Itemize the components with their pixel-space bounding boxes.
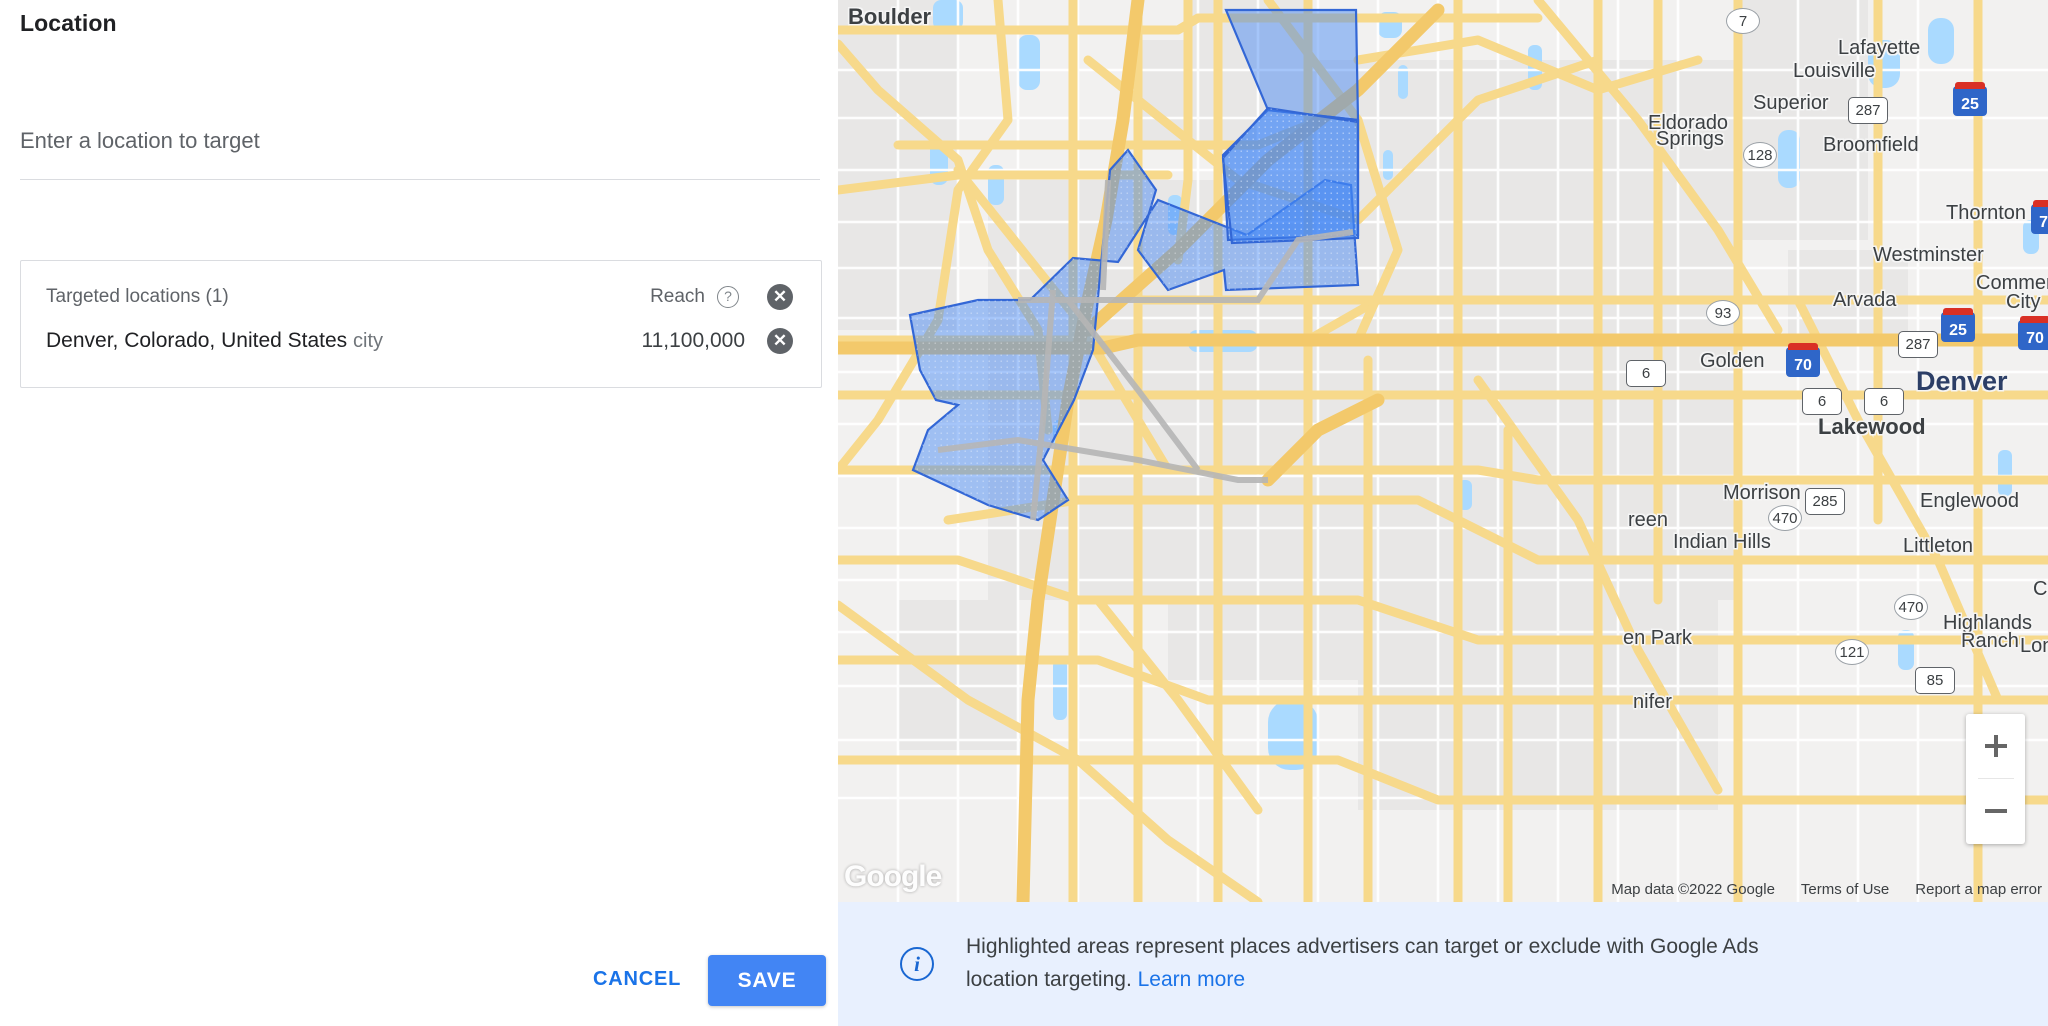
location-panel: Location Targeted locations (1) Reach ? … <box>0 0 838 1026</box>
location-name-text: Denver, Colorado, United States <box>46 329 348 352</box>
info-banner: i Highlighted areas represent places adv… <box>838 902 2048 1026</box>
search-input[interactable] <box>20 128 820 180</box>
zoom-in-button[interactable] <box>1966 714 2025 778</box>
map-panel[interactable]: BoulderWattenbergLochbuieLafayetteBright… <box>838 0 2048 1026</box>
remove-all-locations-button[interactable]: ✕ <box>767 284 793 310</box>
targeted-locations-card: Targeted locations (1) Reach ? ✕ Denver,… <box>20 260 822 388</box>
minus-icon <box>1984 809 2007 813</box>
targeted-locations-count-label: Targeted locations (1) <box>46 286 229 307</box>
learn-more-link[interactable]: Learn more <box>1138 968 1245 991</box>
info-circle-icon: i <box>900 947 934 981</box>
location-targeting-screen: Location Targeted locations (1) Reach ? … <box>0 0 2048 1026</box>
google-watermark: Google <box>844 860 942 893</box>
info-banner-line2: location targeting. <box>966 968 1132 991</box>
reach-column-label: Reach <box>650 286 705 307</box>
info-banner-text: Highlighted areas represent places adver… <box>966 931 1759 996</box>
report-map-error-link[interactable]: Report a map error <box>1915 881 2042 898</box>
cancel-button[interactable]: CANCEL <box>583 955 691 1003</box>
page-title: Location <box>20 10 117 36</box>
terms-of-use-link[interactable]: Terms of Use <box>1801 881 1889 898</box>
map-zoom-controls <box>1966 714 2025 844</box>
location-reach-value: 11,100,000 <box>641 329 745 352</box>
plus-icon <box>1984 735 2007 757</box>
location-type-text: city <box>353 330 384 352</box>
table-row: Denver, Colorado, United States city 11,… <box>21 316 823 366</box>
save-button[interactable]: SAVE <box>708 955 826 1006</box>
map-canvas[interactable]: BoulderWattenbergLochbuieLafayetteBright… <box>838 0 2048 902</box>
remove-location-button[interactable]: ✕ <box>767 328 793 354</box>
help-circle-icon[interactable]: ? <box>717 286 739 308</box>
zoom-out-button[interactable] <box>1966 779 2025 843</box>
map-data-copyright: Map data ©2022 Google <box>1611 881 1775 898</box>
location-search-field <box>20 128 820 180</box>
map-vector-layer <box>838 0 2048 902</box>
input-underline <box>20 179 820 180</box>
dialog-actions: CANCEL SAVE <box>0 955 838 1025</box>
info-banner-line1: Highlighted areas represent places adver… <box>966 935 1759 959</box>
map-attribution: Map data ©2022 Google Terms of Use Repor… <box>1611 881 2042 898</box>
targeted-locations-header: Targeted locations (1) Reach ? ✕ <box>21 272 823 322</box>
location-name: Denver, Colorado, United States city <box>46 329 383 353</box>
